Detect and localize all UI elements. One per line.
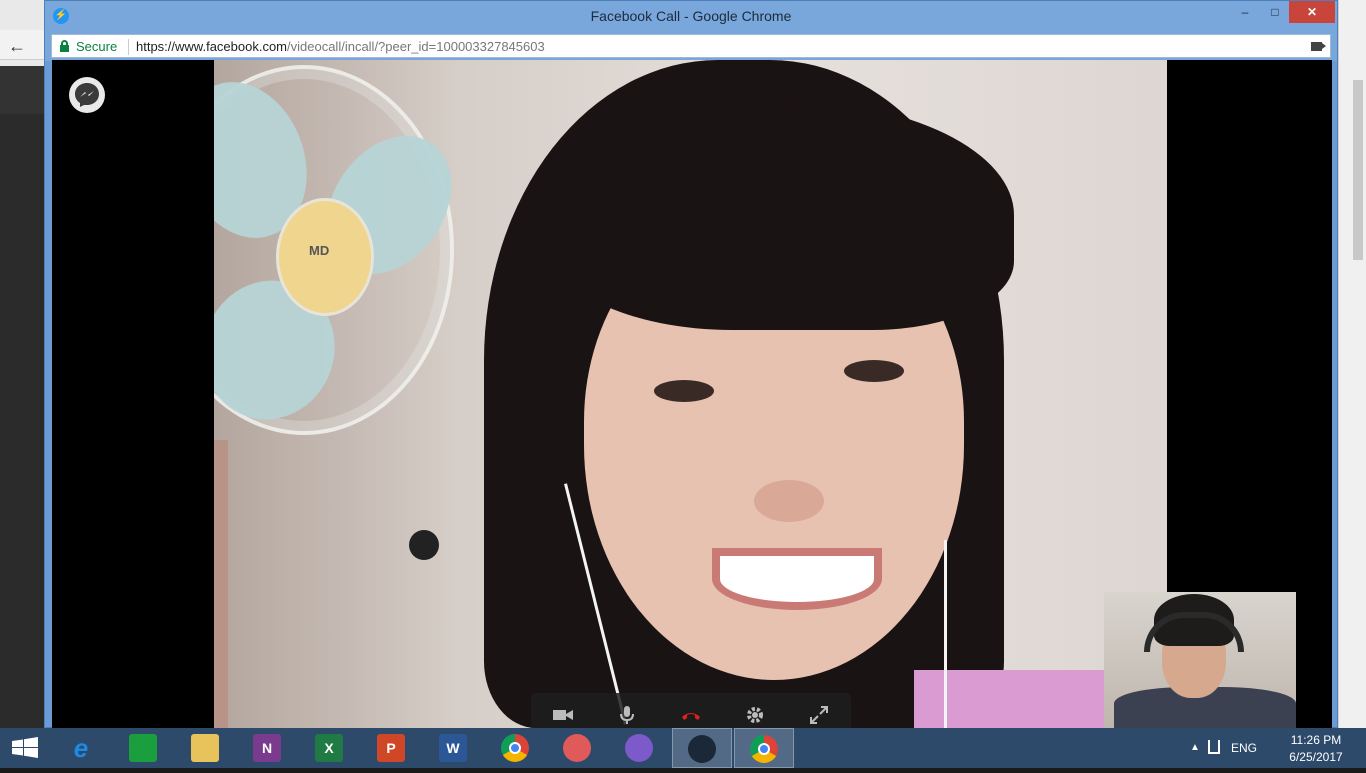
settings-button[interactable] [743, 703, 767, 727]
system-tray: ▲ ENG 11:26 PM 6/25/2017 [1186, 728, 1366, 768]
steam-icon [688, 735, 716, 763]
title-bar[interactable]: ⚡ Facebook Call - Google Chrome – □ ✕ [45, 1, 1337, 31]
gear-icon [747, 707, 763, 723]
secure-label: Secure [76, 39, 118, 54]
onenote-icon: N [253, 734, 281, 762]
taskbar-file-explorer-button[interactable] [176, 728, 236, 768]
windows-taskbar: e N X P W ▲ ENG 11:26 PM 6/25/2017 [0, 728, 1366, 768]
video-call-area: MD [52, 60, 1332, 728]
video-toggle-button[interactable] [551, 703, 575, 727]
file-explorer-icon [191, 734, 219, 762]
url-text[interactable]: https://www.facebook.com/videocall/incal… [136, 39, 545, 54]
messenger-logo-icon [69, 77, 105, 113]
start-button[interactable] [0, 728, 50, 768]
taskbar-steam-button[interactable] [672, 728, 732, 768]
powerpoint-icon: P [377, 734, 405, 762]
chrome-active-icon [750, 735, 778, 763]
taskbar-powerpoint-button[interactable]: P [362, 728, 422, 768]
close-button[interactable]: ✕ [1289, 1, 1335, 23]
end-call-button[interactable] [679, 703, 703, 727]
taskbar-onenote-button[interactable]: N [238, 728, 298, 768]
window-title: Facebook Call - Google Chrome [590, 8, 792, 24]
camera-in-use-icon[interactable] [1311, 42, 1326, 51]
fullscreen-button[interactable] [807, 703, 831, 727]
snipping-tool-icon [563, 734, 591, 762]
excel-icon: X [315, 734, 343, 762]
back-button[interactable]: ← [8, 36, 26, 57]
omnibox[interactable]: Secure https://www.facebook.com/videocal… [51, 34, 1331, 58]
taskbar-snipping-tool-button[interactable] [548, 728, 608, 768]
taskbar-internet-explorer-button[interactable]: e [52, 728, 112, 768]
maximize-button[interactable]: □ [1261, 1, 1289, 23]
expand-icon [810, 706, 828, 724]
hang-up-icon [682, 713, 700, 720]
background-window-left [0, 0, 44, 728]
taskbar-word-button[interactable]: W [424, 728, 484, 768]
video-camera-icon [553, 710, 573, 720]
url-host: https://www.facebook.com [136, 39, 288, 54]
background-window-right [1338, 0, 1366, 728]
scrollbar-thumb[interactable] [1353, 80, 1363, 260]
taskbar-store-button[interactable] [114, 728, 174, 768]
windows-logo-icon [12, 737, 38, 758]
taskbar-excel-button[interactable]: X [300, 728, 360, 768]
show-hidden-icons-icon[interactable]: ▲ [1190, 742, 1200, 753]
language-indicator[interactable]: ENG [1231, 741, 1257, 755]
network-icon[interactable] [1208, 740, 1220, 754]
taskbar-viber-button[interactable] [610, 728, 670, 768]
clock-date[interactable]: 6/25/2017 [1276, 750, 1356, 764]
viber-icon [625, 734, 653, 762]
taskbar-chrome-button[interactable] [486, 728, 546, 768]
word-icon: W [439, 734, 467, 762]
url-path: /videocall/incall/?peer_id=1000033278456… [287, 39, 545, 54]
mute-button[interactable] [615, 703, 639, 727]
fan-hub: MD [276, 198, 374, 316]
clock-time[interactable]: 11:26 PM [1276, 733, 1356, 747]
store-icon [129, 734, 157, 762]
call-controls [531, 693, 851, 728]
fan-brand-label: MD [309, 243, 330, 258]
chrome-icon [501, 734, 529, 762]
remote-video: MD [214, 60, 1167, 728]
internet-explorer-icon: e [73, 733, 89, 763]
taskbar-chrome-active-button[interactable] [734, 728, 794, 768]
self-preview-video[interactable] [1104, 592, 1296, 728]
microphone-icon [620, 706, 634, 724]
lock-icon [60, 40, 69, 52]
address-bar: Secure https://www.facebook.com/videocal… [45, 31, 1337, 61]
minimize-button[interactable]: – [1231, 1, 1259, 23]
